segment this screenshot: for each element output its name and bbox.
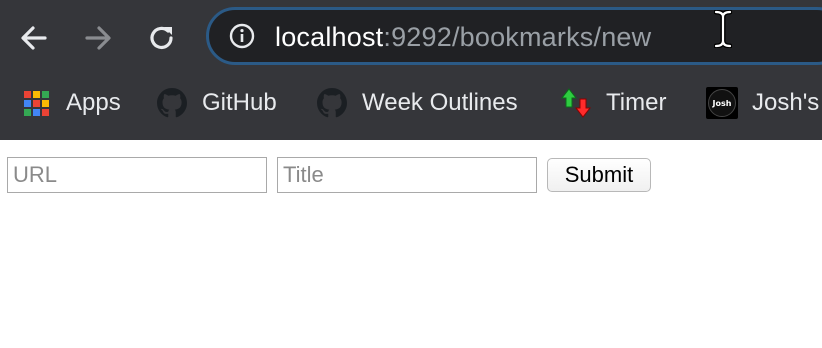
- page-content: Submit: [0, 140, 822, 348]
- bookmark-label: Timer: [606, 89, 667, 116]
- url-input[interactable]: [7, 157, 267, 193]
- bookmark-label: Apps: [66, 89, 121, 116]
- bookmarks-bar: Apps GitHub Week Outlines Timer Josh Jos…: [0, 76, 822, 140]
- josh-logo-icon: Josh: [706, 87, 738, 119]
- back-button[interactable]: [14, 18, 54, 58]
- info-icon[interactable]: [229, 23, 255, 49]
- forward-button[interactable]: [78, 18, 118, 58]
- url-path: :9292/bookmarks/new: [383, 22, 652, 52]
- browser-chrome: localhost:9292/bookmarks/new Apps GitHub…: [0, 0, 822, 140]
- browser-toolbar: localhost:9292/bookmarks/new: [0, 0, 822, 76]
- bookmark-label: Josh's: [752, 89, 820, 116]
- bookmark-timer[interactable]: Timer: [560, 86, 666, 120]
- github-icon: [316, 87, 348, 119]
- bookmark-github[interactable]: GitHub: [156, 86, 277, 120]
- github-icon: [156, 87, 188, 119]
- reload-button[interactable]: [142, 18, 182, 58]
- reload-icon: [150, 26, 173, 50]
- title-input[interactable]: [277, 157, 537, 193]
- back-arrow-icon: [21, 26, 47, 50]
- url-host: localhost: [275, 22, 384, 52]
- url-text[interactable]: localhost:9292/bookmarks/new: [275, 20, 651, 54]
- bookmark-joshs[interactable]: Josh Josh's: [706, 86, 819, 120]
- timer-arrows-icon: [560, 87, 592, 119]
- bookmark-apps[interactable]: Apps: [20, 86, 121, 120]
- text-cursor-icon: [714, 10, 732, 48]
- submit-button[interactable]: Submit: [547, 158, 651, 192]
- apps-grid-icon: [20, 87, 52, 119]
- bookmark-label: Week Outlines: [362, 89, 518, 116]
- bookmark-label: GitHub: [202, 89, 277, 116]
- bookmark-week-outlines[interactable]: Week Outlines: [316, 86, 518, 120]
- forward-arrow-icon: [85, 26, 111, 50]
- josh-logo-text: Josh: [708, 89, 736, 117]
